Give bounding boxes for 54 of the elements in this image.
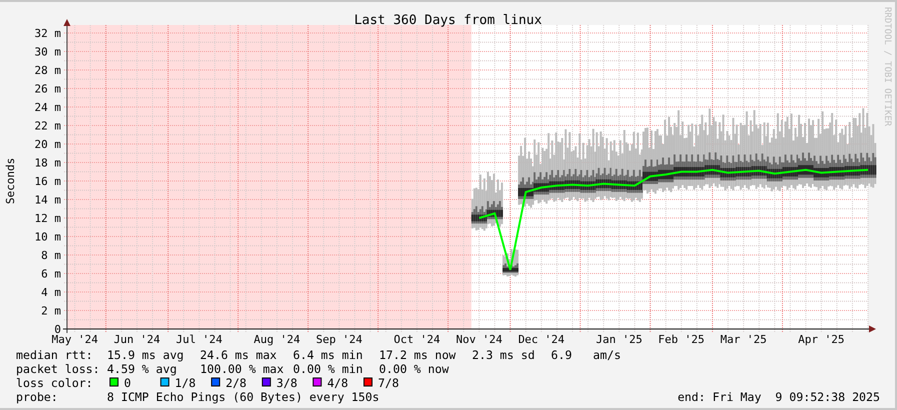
x-tick-label: Mar '25 — [720, 333, 767, 346]
x-tick-label: Sep '24 — [316, 333, 362, 346]
legend-value: 1/8 — [174, 376, 196, 390]
x-tick-label: Nov '24 — [456, 333, 502, 346]
legend-label: packet loss: — [16, 362, 100, 376]
legend-value: 2.3 ms sd — [472, 348, 535, 362]
legend-value: 4/8 — [327, 376, 348, 390]
y-tick-label: 22 m — [34, 120, 61, 132]
x-tick-label: Apr '25 — [798, 333, 845, 346]
y-tick-label: 4 m — [41, 286, 61, 299]
x-tick-label: Jan '25 — [596, 333, 642, 346]
y-tick-label: 16 m — [34, 175, 61, 188]
legend-value: 0 — [124, 376, 131, 390]
y-tick-label: 2 m — [41, 304, 61, 318]
y-tick-label: 30 m — [34, 46, 61, 58]
chart-title: Last 360 Days from linux — [354, 13, 542, 28]
y-tick-label: 6 m — [41, 268, 61, 280]
legend-value: 6.9 — [551, 348, 572, 362]
y-tick-label: 8 m — [41, 249, 61, 262]
end-time: end: Fri May 9 09:52:38 2025 — [678, 390, 880, 404]
legend-label: probe: — [16, 390, 58, 404]
x-tick-label: Oct '24 — [394, 333, 440, 346]
y-tick-label: 12 m — [34, 212, 61, 225]
x-tick-label: May '24 — [52, 333, 98, 346]
y-tick-label: 10 m — [34, 230, 61, 244]
y-tick-label: 24 m — [34, 101, 61, 114]
legend-value: 3/8 — [276, 376, 298, 390]
legend-value: 6.4 ms min — [293, 348, 363, 362]
x-tick-label: Jul '24 — [176, 333, 222, 346]
x-tick-label: Jun '24 — [114, 333, 160, 346]
legend-value: am/s — [593, 348, 621, 362]
y-tick-label: 20 m — [34, 138, 61, 151]
legend-value: 24.6 ms max — [200, 348, 277, 362]
y-tick-label: 32 m — [34, 27, 61, 40]
y-tick-label: 18 m — [34, 156, 61, 170]
legend-label: median rtt: — [16, 348, 93, 362]
legend-value: 17.2 ms now — [379, 348, 456, 362]
legend-value: 2/8 — [226, 376, 247, 390]
legend-label: loss color: — [16, 376, 93, 390]
y-tick-label: 26 m — [34, 82, 61, 96]
y-tick-label: 14 m — [34, 194, 61, 206]
y-tick-label: 28 m — [34, 64, 61, 77]
legend-value: 8 ICMP Echo Pings (60 Bytes) every 150s — [107, 390, 380, 404]
legend-value: 100.00 % max — [200, 362, 284, 376]
legend-value: 0.00 % now — [379, 362, 449, 376]
legend-value: 4.59 % avg — [107, 362, 177, 376]
y-axis-label: Seconds — [4, 158, 17, 204]
legend-value: 0.00 % min — [293, 362, 363, 376]
y-tick-label: 0 — [54, 323, 61, 336]
legend-value: 15.9 ms avg — [107, 348, 184, 362]
x-tick-label: Aug '24 — [254, 333, 300, 346]
legend-value: 7/8 — [378, 376, 399, 390]
x-tick-label: Feb '25 — [658, 333, 705, 346]
x-tick-label: Dec '24 — [518, 333, 565, 346]
